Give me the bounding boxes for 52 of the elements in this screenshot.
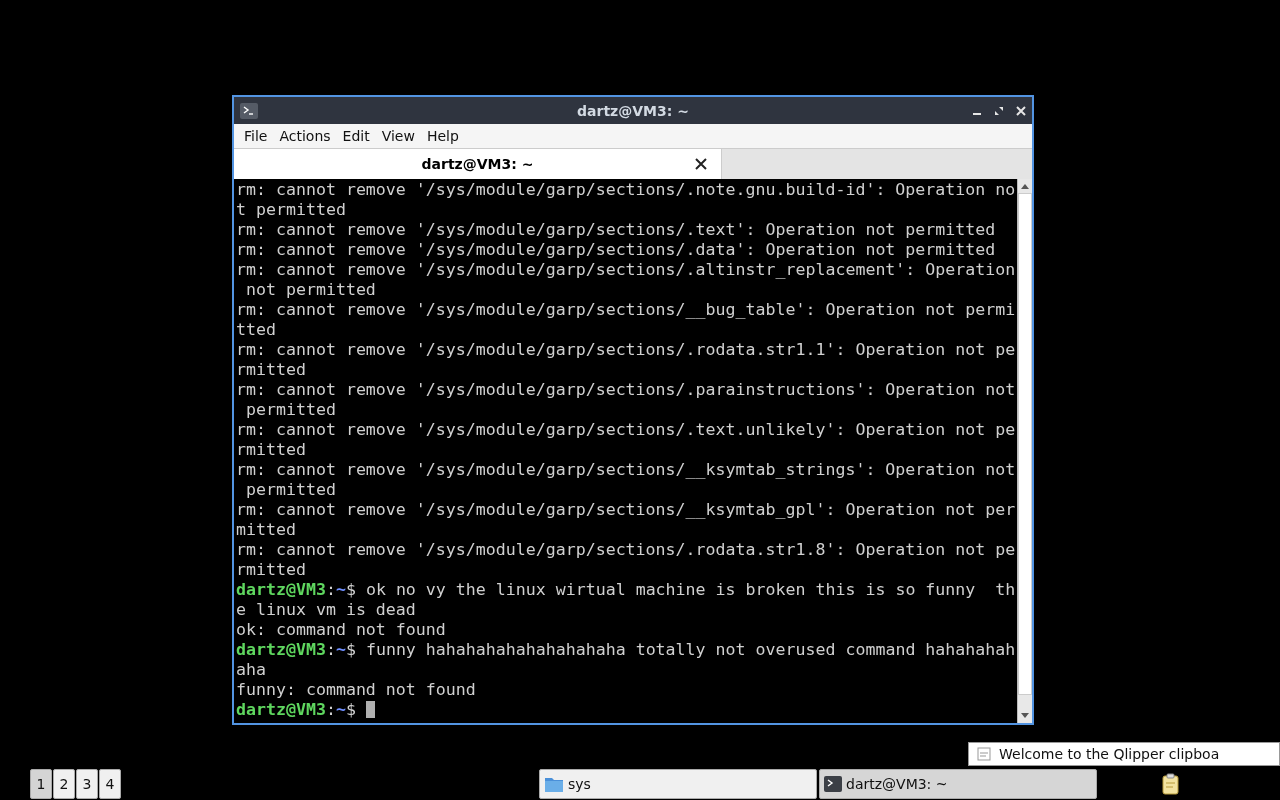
- desktop-button[interactable]: 4: [99, 769, 121, 799]
- terminal-line: permitted: [245, 400, 336, 420]
- terminal-line: funny: command not found: [236, 680, 476, 700]
- terminal-line: rm: cannot remove '/sys/module/garp/sections/.text.unlikely': Operation not pe: [236, 420, 1016, 440]
- terminal-line: t permitted: [236, 200, 346, 220]
- terminal-line: rm: cannot remove '/sys/module/garp/sections/__ksymtab_gpl': Operation not per: [236, 500, 1016, 520]
- desktop-button[interactable]: 1: [30, 769, 52, 799]
- terminal-line: rm: cannot remove '/sys/module/garp/sections/.rodata.str1.8': Operation not pe: [236, 540, 1016, 560]
- menu-item[interactable]: View: [375, 128, 421, 144]
- prompt-line: dartz@VM3:~$ ok no vy the linux wirtual machine is broken this is so funny th: [236, 580, 1016, 600]
- taskbar-button[interactable]: dartz@VM3: ~: [819, 769, 1097, 799]
- menu-item[interactable]: Help: [420, 128, 465, 144]
- terminal-line: tted: [236, 320, 276, 340]
- terminal-line: rm: cannot remove '/sys/module/garp/sections/.parainstructions': Operation not: [236, 380, 1016, 400]
- scroll-down-icon[interactable]: [1020, 712, 1030, 720]
- clipboard-icon[interactable]: [1161, 773, 1181, 795]
- terminal-icon: [824, 776, 842, 792]
- prompt-line: dartz@VM3:~$ funny hahahahahahahahahaha totally not overused command hahahahah: [236, 640, 1016, 660]
- terminal-line: rmitted: [236, 560, 306, 580]
- terminal-line: e linux vm is dead: [236, 600, 416, 620]
- terminal-line: rm: cannot remove '/sys/module/garp/sections/.rodata.str1.1': Operation not pe: [236, 340, 1016, 360]
- text-file-icon: [977, 747, 991, 761]
- terminal-line: aha: [236, 660, 266, 680]
- folder-icon: [544, 775, 564, 793]
- terminal-line: rm: cannot remove '/sys/module/garp/sections/.data': Operation not permitted: [236, 240, 996, 260]
- close-icon[interactable]: [1016, 105, 1026, 116]
- terminal-line: rm: cannot remove '/sys/module/garp/sections/__ksymtab_strings': Operation not: [236, 460, 1016, 480]
- menu-item[interactable]: File: [238, 128, 274, 144]
- terminal-line: rm: cannot remove '/sys/module/garp/sections/.altinstr_replacement': Operation: [236, 260, 1016, 280]
- window-title: dartz@VM3: ~: [577, 102, 689, 119]
- notification[interactable]: Welcome to the Qlipper clipboa: [968, 742, 1280, 766]
- terminal-line: rmitted: [236, 440, 306, 460]
- terminal-line: rm: cannot remove '/sys/module/garp/sections/__bug_table': Operation not permi: [236, 300, 1016, 320]
- prompt-line: dartz@VM3:~$: [236, 700, 375, 720]
- scroll-up-icon[interactable]: [1020, 182, 1030, 190]
- terminal-line: not permitted: [245, 280, 376, 300]
- menu-item[interactable]: Actions: [273, 128, 337, 144]
- menu-item[interactable]: Edit: [336, 128, 376, 144]
- taskbar-button[interactable]: sys: [539, 769, 817, 799]
- desktop-button[interactable]: 2: [53, 769, 75, 799]
- close-tab-icon[interactable]: [695, 158, 707, 170]
- terminal-line: permitted: [245, 480, 336, 500]
- terminal-line: mitted: [236, 520, 296, 540]
- maximize-icon[interactable]: [994, 105, 1004, 116]
- terminal-line: ok: command not found: [236, 620, 446, 640]
- desktop-button[interactable]: 3: [76, 769, 98, 799]
- terminal-icon: [240, 102, 258, 119]
- terminal-line: rm: cannot remove '/sys/module/garp/sections/.text': Operation not permitted: [236, 220, 996, 240]
- terminal-tab[interactable]: dartz@VM3: ~: [234, 149, 722, 179]
- terminal-line: rm: cannot remove '/sys/module/garp/sections/.note.gnu.build-id': Operation no: [236, 180, 1016, 200]
- scrollbar[interactable]: [1017, 179, 1032, 723]
- terminal-line: rmitted: [236, 360, 306, 380]
